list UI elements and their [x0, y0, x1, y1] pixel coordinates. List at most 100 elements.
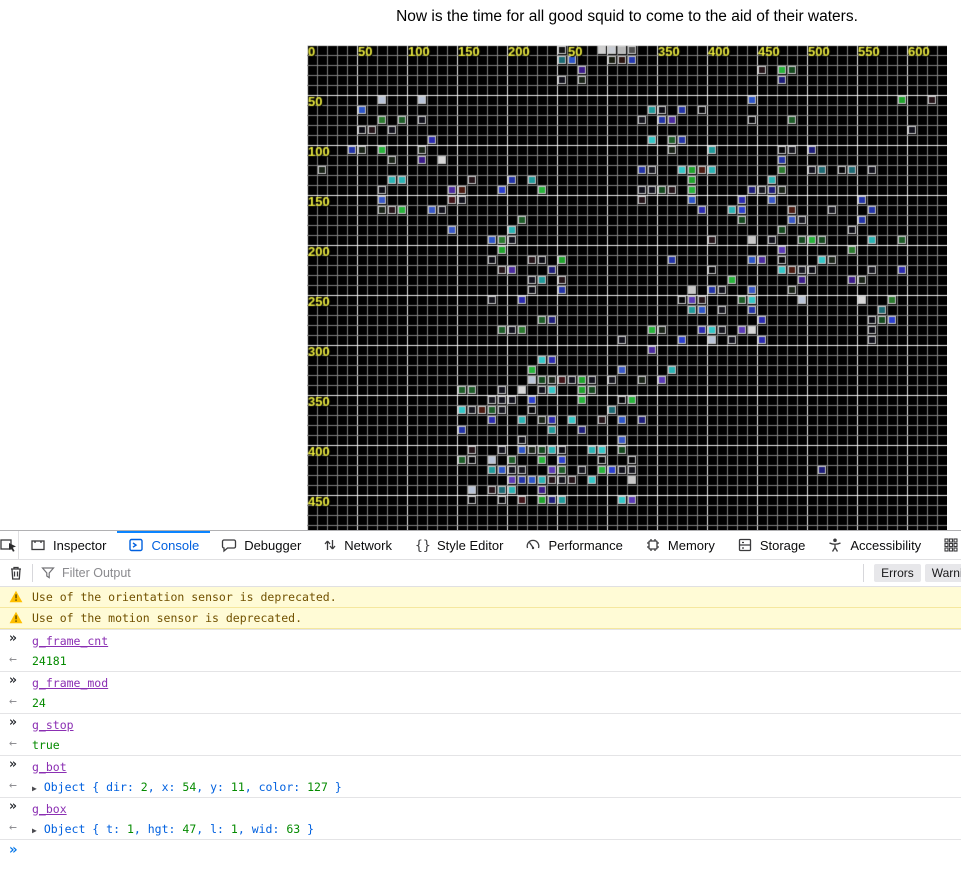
tab-network[interactable]: Network: [312, 531, 403, 559]
console-input-row: » g_frame_cnt: [0, 629, 961, 651]
toolbar-divider: [863, 564, 864, 582]
application-icon: [943, 537, 959, 553]
result-value: 24: [32, 696, 46, 710]
filter-output-input[interactable]: Filter Output: [33, 566, 131, 580]
clear-console-button[interactable]: [0, 565, 32, 581]
tab-label: Storage: [760, 538, 806, 553]
tab-label: Inspector: [53, 538, 106, 553]
input-chevron-icon: »: [9, 715, 27, 730]
tab-style-editor[interactable]: {} Style Editor: [403, 531, 514, 559]
tab-performance[interactable]: Performance: [514, 531, 633, 559]
warning-text: Use of the motion sensor is deprecated.: [32, 611, 302, 625]
network-icon: [323, 537, 337, 553]
console-input-row: » g_stop: [0, 713, 961, 735]
tab-accessibility[interactable]: Accessibility: [816, 531, 932, 559]
console-icon: [128, 537, 144, 553]
page-title: Now is the time for all good squid to co…: [307, 8, 947, 26]
result-arrow-icon: ←: [9, 736, 27, 751]
object-key: dir: [106, 780, 127, 794]
input-expression[interactable]: g_frame_cnt: [32, 634, 108, 648]
warnings-filter-button[interactable]: Warnings: [925, 564, 961, 582]
tab-label: Accessibility: [850, 538, 921, 553]
svg-text:{}: {}: [415, 539, 430, 554]
disclosure-triangle-icon[interactable]: ▶: [32, 826, 37, 835]
accessibility-icon: [827, 537, 843, 553]
object-key: color: [259, 780, 294, 794]
tab-label: Memory: [668, 538, 715, 553]
tab-storage[interactable]: Storage: [726, 531, 817, 559]
input-expression[interactable]: g_stop: [32, 718, 74, 732]
tab-debugger[interactable]: Debugger: [210, 531, 312, 559]
console-warning-row: Use of the orientation sensor is depreca…: [0, 587, 961, 608]
tab-inspector[interactable]: Inspector: [19, 531, 117, 559]
input-expression[interactable]: g_frame_mod: [32, 676, 108, 690]
object-value: 54: [182, 780, 196, 794]
console-output: Use of the orientation sensor is depreca…: [0, 587, 961, 864]
warning-icon: [9, 590, 27, 603]
tab-label: Network: [344, 538, 392, 553]
object-value: 11: [231, 780, 245, 794]
console-toolbar: Filter Output Errors Warnings: [0, 560, 961, 587]
prompt-chevron-icon[interactable]: »: [9, 842, 27, 858]
object-value: 1: [231, 822, 238, 836]
object-value: 127: [307, 780, 328, 794]
object-label: Object: [44, 822, 86, 836]
devtools-panel: Inspector Console Debugger Network {} Style E…: [0, 530, 961, 870]
object-key: y: [210, 780, 217, 794]
console-prompt-row[interactable]: »: [0, 839, 961, 864]
result-value: true: [32, 738, 60, 752]
result-arrow-icon: ←: [9, 820, 27, 835]
object-key: wid: [252, 822, 273, 836]
input-chevron-icon: »: [9, 673, 27, 688]
style-editor-icon: {}: [414, 537, 430, 553]
result-arrow-icon: ←: [9, 778, 27, 793]
filter-placeholder: Filter Output: [62, 566, 131, 580]
result-arrow-icon: ←: [9, 652, 27, 667]
input-chevron-icon: »: [9, 757, 27, 772]
filter-buttons: Errors Warnings: [863, 560, 961, 586]
object-value: 63: [286, 822, 300, 836]
errors-filter-button[interactable]: Errors: [874, 564, 921, 582]
object-key: hgt: [148, 822, 169, 836]
object-key: t: [106, 822, 113, 836]
input-chevron-icon: »: [9, 631, 27, 646]
object-key: l: [210, 822, 217, 836]
tab-label: Console: [151, 538, 199, 553]
input-chevron-icon: »: [9, 799, 27, 814]
memory-icon: [645, 537, 661, 553]
object-label: Object: [44, 780, 86, 794]
object-value: 1: [127, 822, 134, 836]
input-expression[interactable]: g_box: [32, 802, 67, 816]
tab-label: Debugger: [244, 538, 301, 553]
console-warning-row: Use of the motion sensor is deprecated.: [0, 608, 961, 629]
console-result-row: ← 24: [0, 693, 961, 713]
console-result-row: ← 24181: [0, 651, 961, 671]
debugger-icon: [221, 537, 237, 553]
input-expression[interactable]: g_bot: [32, 760, 67, 774]
object-key: x: [162, 780, 169, 794]
simulation-grid: [307, 45, 947, 530]
disclosure-triangle-icon[interactable]: ▶: [32, 784, 37, 793]
inspector-icon: [30, 537, 46, 553]
object-value: 2: [141, 780, 148, 794]
squid-grid-canvas: [307, 45, 947, 530]
object-value: 47: [182, 822, 196, 836]
console-input-row: » g_bot: [0, 755, 961, 777]
tab-console[interactable]: Console: [117, 531, 210, 559]
browser-page: Now is the time for all good squid to co…: [0, 0, 961, 870]
trash-icon: [9, 565, 23, 581]
node-picker-button[interactable]: [0, 531, 19, 559]
console-input-row: » g_box: [0, 797, 961, 819]
result-arrow-icon: ←: [9, 694, 27, 709]
performance-icon: [525, 537, 541, 553]
console-result-row: ← true: [0, 735, 961, 755]
tab-label: Performance: [548, 538, 622, 553]
result-value: 24181: [32, 654, 67, 668]
tab-label: Style Editor: [437, 538, 503, 553]
tab-memory[interactable]: Memory: [634, 531, 726, 559]
console-input-row: » g_frame_mod: [0, 671, 961, 693]
storage-icon: [737, 537, 753, 553]
tab-application[interactable]: Application: [932, 531, 961, 559]
devtools-tabbar: Inspector Console Debugger Network {} Style E…: [0, 531, 961, 560]
warning-icon: [9, 611, 27, 624]
